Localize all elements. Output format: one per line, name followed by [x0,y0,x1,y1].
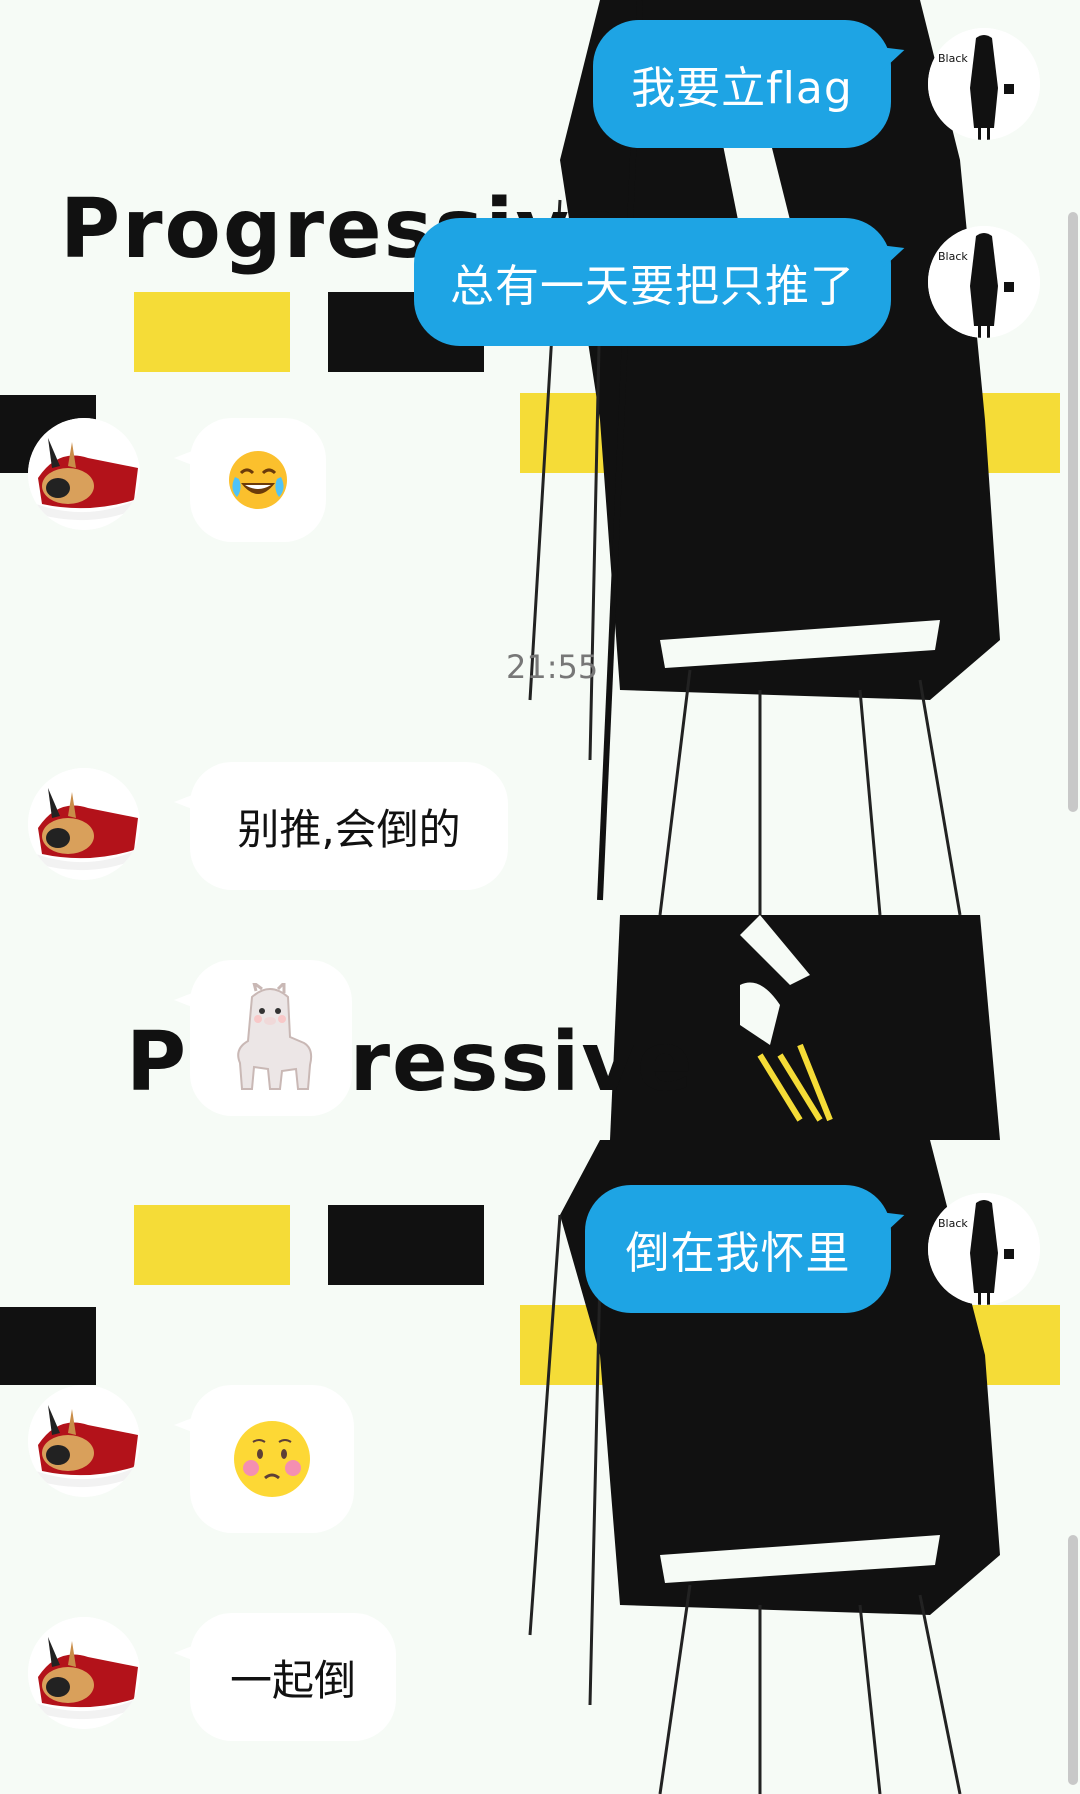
rabbit-avatar-icon [28,1617,140,1729]
message-text: 总有一天要把只推了 [450,261,855,312]
contact-avatar[interactable] [28,1385,140,1497]
svg-text:Black: Black [938,250,968,263]
chat-screenshot-bottom: Progressive 倒在我怀里 Black 一起倒 [0,915,1080,1794]
outgoing-message-bubble[interactable]: 我要立flag [593,20,891,148]
self-avatar[interactable]: Black [928,226,1040,338]
contact-avatar[interactable] [28,1617,140,1729]
contact-avatar[interactable] [28,418,140,530]
outgoing-message-bubble[interactable]: 倒在我怀里 [585,1185,891,1313]
girl-avatar-icon: Black [928,226,1040,338]
incoming-message-bubble[interactable] [174,418,326,542]
rabbit-avatar-icon [28,768,140,880]
screenshot-seam [0,1140,580,1144]
girl-avatar-icon: Black [928,28,1040,140]
contact-avatar[interactable] [28,768,140,880]
chat-screenshot-top: Progressive 我要立flag Black 总有一天要把只推了 Blac… [0,0,1080,915]
rabbit-avatar-icon [28,1385,140,1497]
girl-avatar-icon: Black [928,1193,1040,1305]
self-avatar[interactable]: Black [928,1193,1040,1305]
message-text: 一起倒 [229,1655,356,1705]
face-with-tears-of-joy-icon [227,449,289,511]
scrollbar[interactable] [1068,1535,1078,1785]
incoming-message-bubble[interactable] [174,960,352,1116]
alpaca-sticker-icon [226,983,316,1093]
blushing-face-icon [231,1418,313,1500]
message-timestamp: 21:55 [506,648,599,686]
incoming-message-bubble[interactable]: 别推,会倒的 [174,762,508,890]
svg-text:Black: Black [938,1217,968,1230]
outgoing-message-bubble[interactable]: 总有一天要把只推了 [414,218,891,346]
rabbit-avatar-icon [28,418,140,530]
self-avatar[interactable]: Black [928,28,1040,140]
incoming-message-bubble[interactable]: 一起倒 [174,1613,396,1741]
svg-text:Black: Black [938,52,968,65]
message-text: 我要立flag [631,63,853,114]
scrollbar[interactable] [1068,212,1078,812]
chat-wallpaper [0,0,1060,915]
incoming-message-bubble[interactable] [174,1385,354,1533]
message-text: 倒在我怀里 [625,1228,851,1279]
message-text: 别推,会倒的 [237,804,461,854]
